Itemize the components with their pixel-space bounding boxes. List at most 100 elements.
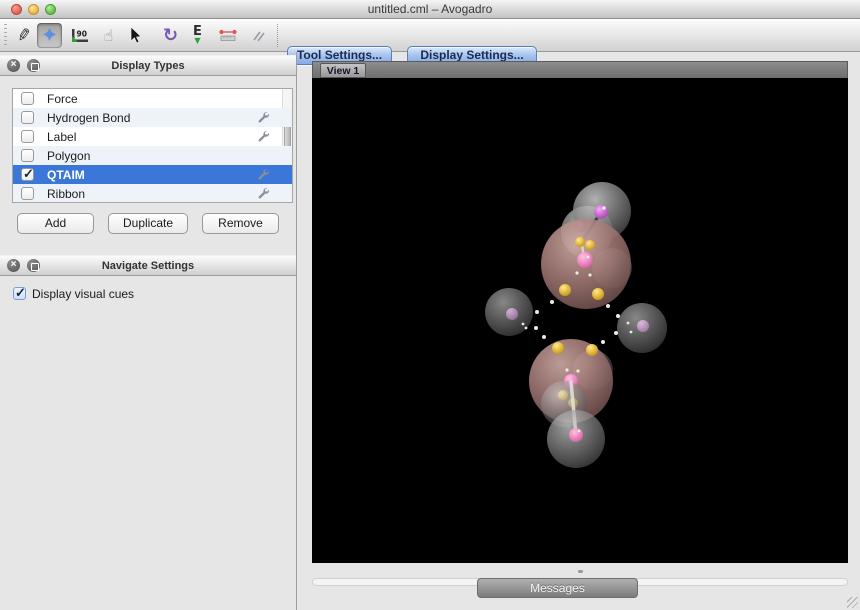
bond-path-dot <box>601 340 605 344</box>
hand-icon: ☝ <box>104 26 114 45</box>
display-type-row-label[interactable]: Label <box>13 127 292 146</box>
add-button[interactable]: Add <box>17 213 94 234</box>
cursor-arrow-icon <box>129 27 143 44</box>
display-type-checkbox[interactable] <box>21 149 34 162</box>
yellow-sphere <box>575 237 585 247</box>
display-visual-cues-checkbox[interactable] <box>13 287 26 300</box>
compass-star-icon: ✦ <box>42 25 57 46</box>
bond-path-dot <box>576 369 579 372</box>
display-type-checkbox[interactable] <box>21 168 34 181</box>
toolbar-drag-handle[interactable] <box>4 24 7 47</box>
bond-path-dot <box>630 331 633 334</box>
display-type-row-polygon[interactable]: Polygon <box>13 146 292 165</box>
window-title: untitled.cml – Avogadro <box>0 0 860 18</box>
duplicate-button[interactable]: Duplicate <box>108 213 188 234</box>
molecule-scene[interactable] <box>312 78 848 563</box>
close-panel-icon[interactable]: × <box>7 259 20 272</box>
measure-tool-icon[interactable] <box>215 23 240 48</box>
toolbar-separator <box>277 24 278 47</box>
wrench-icon[interactable] <box>257 187 270 200</box>
pencil-icon: ✎ <box>16 24 34 46</box>
display-type-label: QTAIM <box>47 168 85 182</box>
display-type-label: Label <box>47 130 76 144</box>
gray-sphere <box>617 303 667 353</box>
yellow-sphere <box>585 240 595 250</box>
bond-path-dot <box>614 331 618 335</box>
navigate-settings-title: Navigate Settings <box>0 256 296 276</box>
display-type-label: Polygon <box>47 149 90 163</box>
display-type-row-hydrogen-bond[interactable]: Hydrogen Bond <box>13 108 292 127</box>
bond-path-dot <box>587 256 590 259</box>
title-bar[interactable]: untitled.cml – Avogadro <box>0 0 860 19</box>
magenta-sphere <box>594 205 608 219</box>
display-visual-cues-label: Display visual cues <box>32 287 134 301</box>
bond-path-dot <box>565 368 568 371</box>
yellow-sphere <box>552 342 564 354</box>
display-type-checkbox[interactable] <box>21 92 34 105</box>
window-resize-grip[interactable] <box>847 597 858 608</box>
wrench-icon[interactable] <box>257 111 270 124</box>
detach-panel-icon[interactable] <box>27 259 40 272</box>
close-window-button[interactable] <box>11 4 22 15</box>
minimize-window-button[interactable] <box>28 4 39 15</box>
display-types-list[interactable]: Force Hydrogen Bond Label Polygon QTAIM Ri… <box>12 88 293 203</box>
yellow-sphere <box>592 288 604 300</box>
bond-path-dot <box>534 326 538 330</box>
display-type-row-ribbon[interactable]: Ribbon <box>13 184 292 203</box>
angle-90-icon: 90 <box>70 27 90 44</box>
detach-panel-icon[interactable] <box>27 59 40 72</box>
display-type-checkbox[interactable] <box>21 130 34 143</box>
remove-button[interactable]: Remove <box>202 213 279 234</box>
rotate-arrow-icon: ↻ <box>163 25 178 46</box>
bond-path-dot <box>542 335 546 339</box>
bond-path-dot <box>522 323 525 326</box>
messages-button[interactable]: Messages <box>477 578 638 598</box>
close-panel-icon[interactable]: × <box>7 59 20 72</box>
manipulate-tool-icon[interactable]: ☝ <box>96 23 121 48</box>
bond-path-dot <box>606 304 610 308</box>
zoom-window-button[interactable] <box>45 4 56 15</box>
display-type-label: Force <box>47 92 78 106</box>
display-type-label: Hydrogen Bond <box>47 111 130 125</box>
align-tool-icon[interactable] <box>245 23 270 48</box>
display-type-label: Ribbon <box>47 187 85 201</box>
display-types-title: Display Types <box>0 56 296 76</box>
auto-optimize-tool-icon[interactable]: E▼ <box>185 23 210 48</box>
down-arrow-icon: ▼ <box>193 36 202 45</box>
selection-tool-icon[interactable] <box>123 23 148 48</box>
navigate-tool-icon[interactable]: ✦ <box>37 23 62 48</box>
display-types-header: × Display Types <box>0 55 296 76</box>
display-type-row-force[interactable]: Force <box>13 89 292 108</box>
bond-path-dot <box>525 327 528 330</box>
bond-path-dot <box>588 273 591 276</box>
bond-path-dot <box>578 430 581 433</box>
avogadro-window: untitled.cml – Avogadro ✎ ✦ 90 ☝ ↻ <box>0 0 860 610</box>
bond-path-dot <box>602 206 606 210</box>
display-type-checkbox[interactable] <box>21 111 34 124</box>
toolbar: ✎ ✦ 90 ☝ ↻ E▼ <box>0 19 860 52</box>
pink-sphere <box>577 252 593 268</box>
wrench-icon[interactable] <box>257 168 270 181</box>
panel-divider[interactable] <box>296 52 297 610</box>
wrench-icon[interactable] <box>257 130 270 143</box>
auto-rotate-tool-icon[interactable]: ↻ <box>158 23 183 48</box>
diagonal-marks-icon <box>250 28 266 44</box>
bond-path-dot <box>616 314 620 318</box>
ruler-dots-icon <box>218 28 238 43</box>
navigate-settings-header: × Navigate Settings <box>0 255 296 276</box>
molecule-viewport[interactable] <box>312 78 848 563</box>
view-tab-bar: View 1 <box>312 61 848 78</box>
bond-path-dot <box>627 322 630 325</box>
bond-path-dot <box>575 271 578 274</box>
display-type-checkbox[interactable] <box>21 187 34 200</box>
bond-centric-tool-icon[interactable]: 90 <box>67 23 92 48</box>
pink-sphere <box>569 428 583 442</box>
svg-text:90: 90 <box>76 30 86 39</box>
tab-view-1[interactable]: View 1 <box>320 63 366 78</box>
yellow-sphere <box>559 284 571 296</box>
splitter-handle[interactable] <box>578 570 583 573</box>
bond-path-dot <box>550 300 554 304</box>
display-type-row-qtaim[interactable]: QTAIM <box>13 165 292 184</box>
draw-tool-icon[interactable]: ✎ <box>12 23 37 48</box>
bond-path-dot <box>535 310 539 314</box>
